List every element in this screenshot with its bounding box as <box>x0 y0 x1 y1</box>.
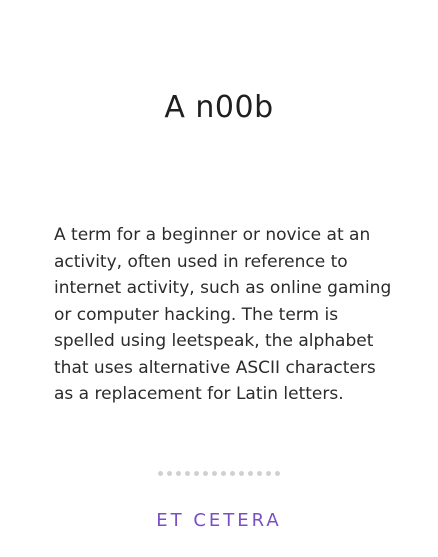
divider-dot <box>239 471 244 476</box>
divider-dot <box>167 471 172 476</box>
divider-dot <box>221 471 226 476</box>
term-definition: A term for a beginner or novice at an ac… <box>54 225 392 404</box>
divider-dot <box>185 471 190 476</box>
definition-card: A n00b A term for a beginner or novice a… <box>0 0 438 557</box>
divider-dot <box>176 471 181 476</box>
dotted-divider <box>0 471 438 479</box>
divider-dot <box>266 471 271 476</box>
divider-dot <box>248 471 253 476</box>
term-title: A n00b <box>164 90 274 125</box>
divider-dot <box>275 471 280 476</box>
divider-dot <box>158 471 163 476</box>
divider-dot <box>194 471 199 476</box>
divider-dot <box>230 471 235 476</box>
divider-dot <box>203 471 208 476</box>
brand-name: ET CETERA <box>156 510 282 531</box>
divider-dot <box>212 471 217 476</box>
divider-dot <box>257 471 262 476</box>
